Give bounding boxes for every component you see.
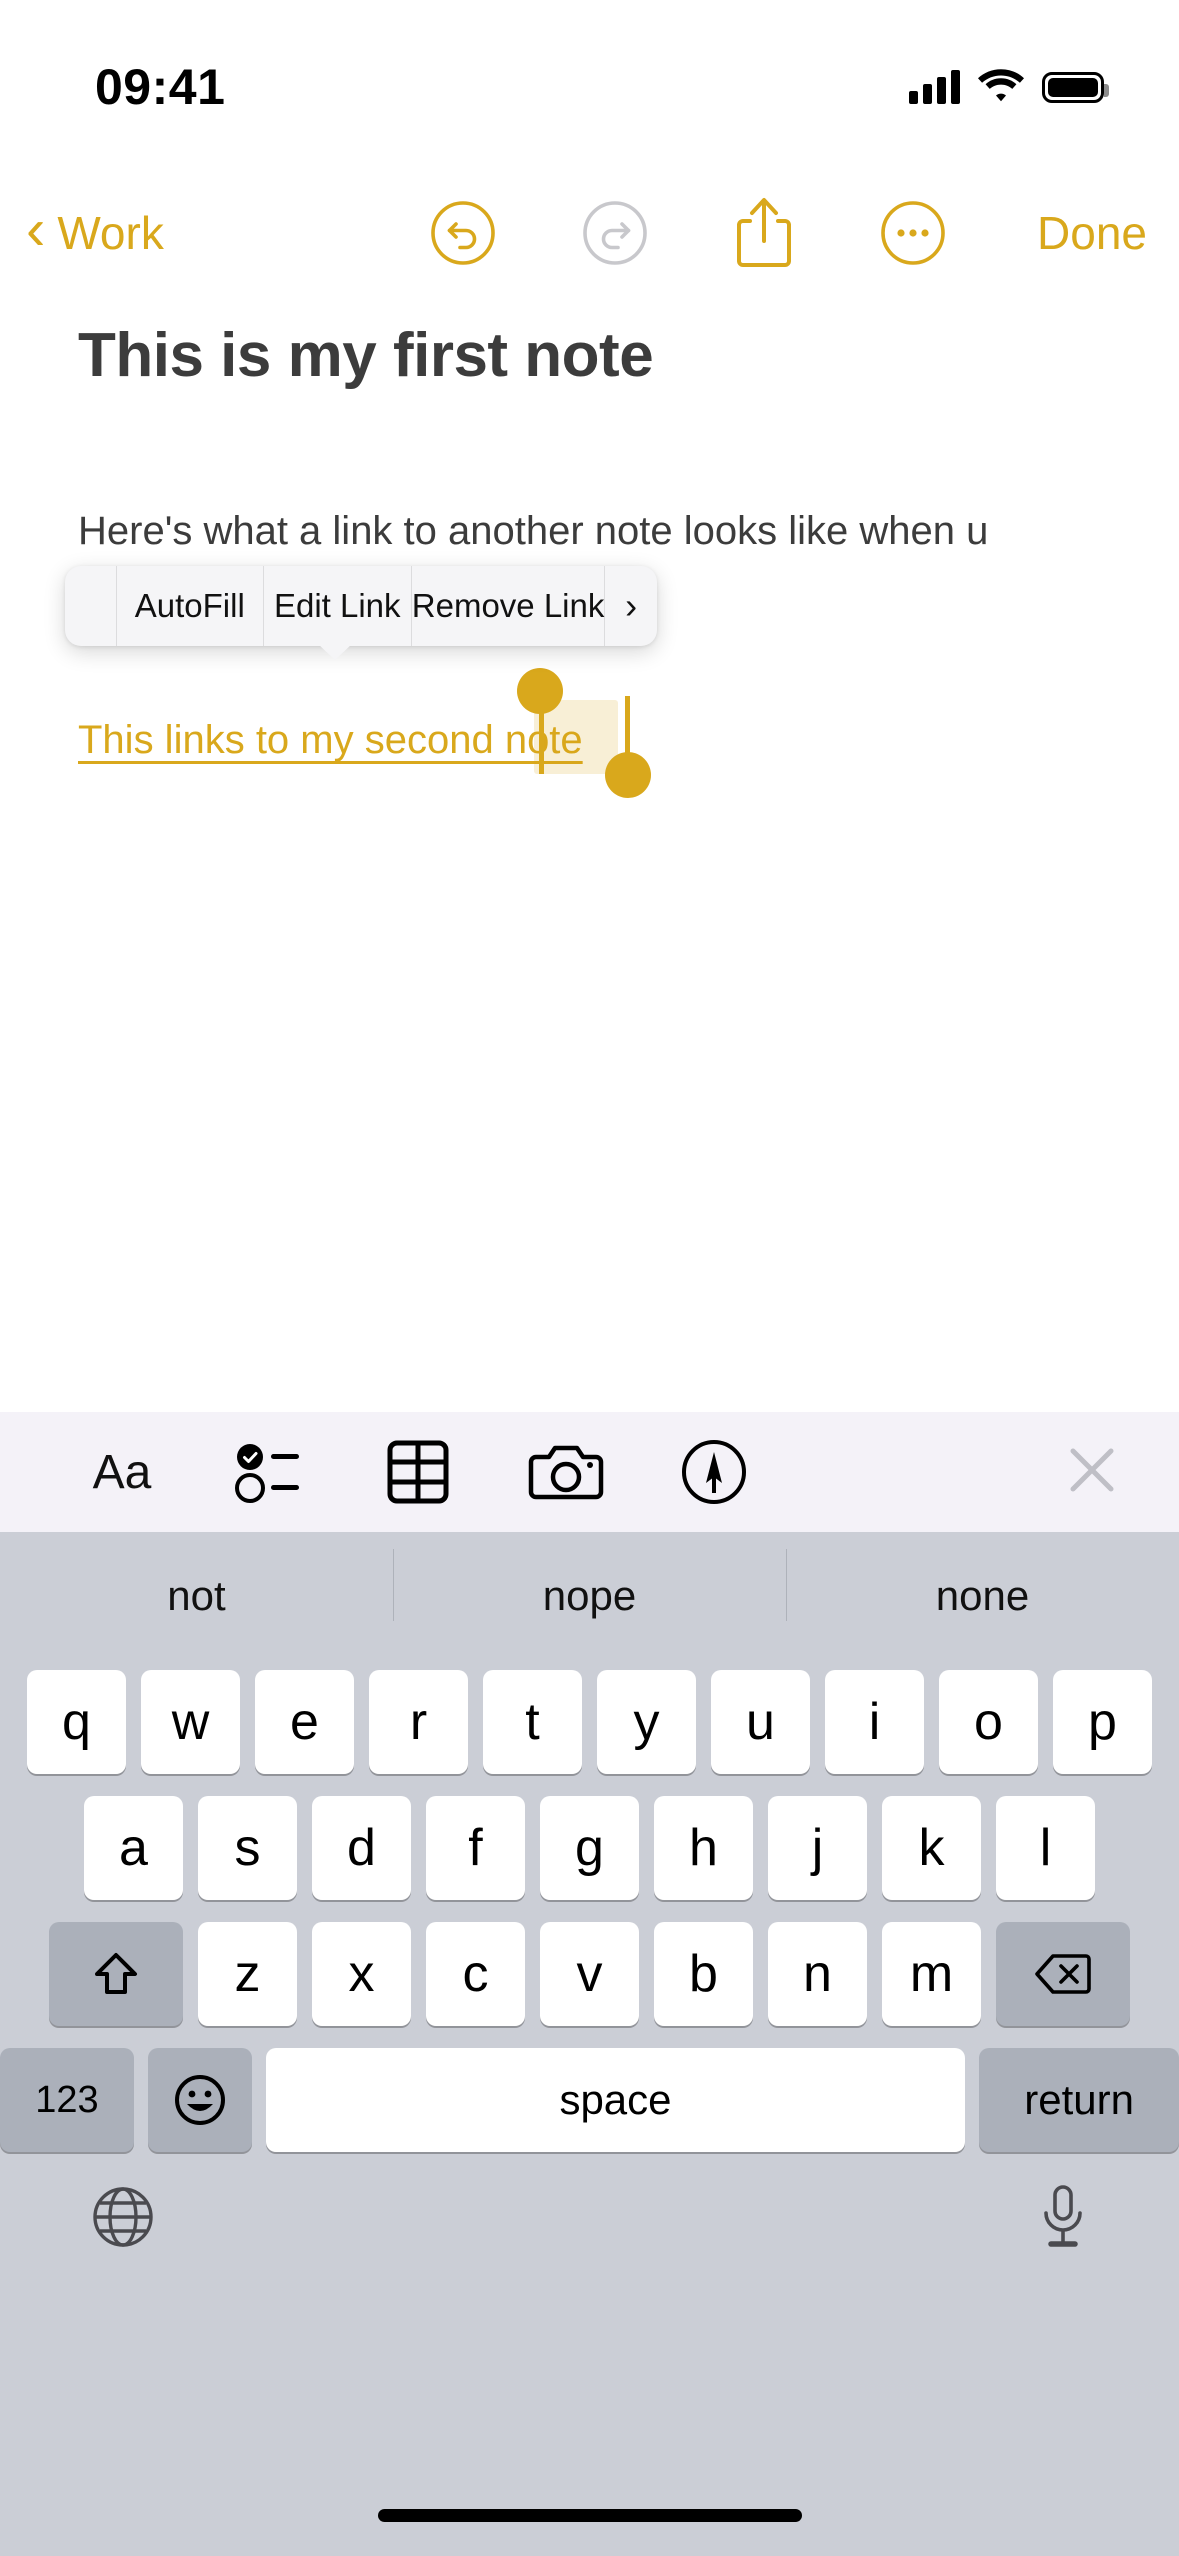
microphone-icon — [1044, 2185, 1082, 2247]
prediction-item-1[interactable]: not — [0, 1572, 393, 1620]
format-toolbar-items: Aa — [48, 1438, 788, 1506]
shift-arrow-icon — [95, 1953, 137, 1994]
key-g[interactable]: g — [540, 1796, 639, 1900]
selection-handle-start[interactable] — [517, 668, 563, 714]
share-button[interactable] — [734, 195, 794, 271]
callout-item-autofill[interactable]: AutoFill — [117, 566, 264, 646]
software-keyboard: not nope none q w e r t y u i o p a s d … — [0, 1532, 1179, 2556]
key-i[interactable]: i — [825, 1670, 924, 1774]
format-text-icon: Aa — [92, 1445, 152, 1499]
checklist-button[interactable] — [196, 1441, 344, 1503]
markup-pen-icon — [682, 1440, 746, 1504]
camera-icon — [528, 1445, 604, 1500]
key-k[interactable]: k — [882, 1796, 981, 1900]
keyboard-row-4: 123 space return — [0, 2048, 1179, 2152]
emoji-smiley-icon — [174, 2075, 225, 2125]
table-button[interactable] — [344, 1438, 492, 1506]
text-selection-callout-menu: chevron-left-icon AutoFill Edit Link Rem… — [65, 566, 657, 646]
home-indicator — [377, 2509, 802, 2522]
note-title[interactable]: This is my first note — [78, 320, 654, 391]
key-f[interactable]: f — [426, 1796, 525, 1900]
notes-format-toolbar: Aa — [0, 1412, 1179, 1532]
close-keyboard-button[interactable] — [1063, 1441, 1121, 1504]
ellipsis-circle-icon — [881, 201, 945, 265]
redo-button[interactable] — [582, 200, 648, 266]
close-x-icon — [1070, 1448, 1114, 1491]
globe-key[interactable] — [90, 2184, 156, 2255]
callout-item-edit-link[interactable]: Edit Link — [264, 566, 412, 646]
key-a[interactable]: a — [84, 1796, 183, 1900]
key-o[interactable]: o — [939, 1670, 1038, 1774]
share-up-arrow-icon — [737, 198, 791, 267]
keyboard-row-3: z x c v b n m — [0, 1922, 1179, 2026]
key-r[interactable]: r — [369, 1670, 468, 1774]
key-w[interactable]: w — [141, 1670, 240, 1774]
undo-circle-icon — [431, 201, 495, 265]
predictive-text-bar: not nope none — [0, 1532, 1179, 1660]
signal-bars-icon — [909, 70, 960, 104]
markup-button[interactable] — [640, 1439, 788, 1505]
numbers-key[interactable]: 123 — [0, 2048, 134, 2152]
status-icons — [909, 68, 1109, 107]
status-time: 09:41 — [95, 59, 226, 115]
key-e[interactable]: e — [255, 1670, 354, 1774]
delete-key[interactable] — [996, 1922, 1130, 2026]
key-q[interactable]: q — [27, 1670, 126, 1774]
prediction-item-2[interactable]: nope — [393, 1549, 786, 1621]
key-m[interactable]: m — [882, 1922, 981, 2026]
key-h[interactable]: h — [654, 1796, 753, 1900]
more-options-button[interactable] — [880, 200, 946, 266]
selection-handle-end[interactable] — [605, 752, 651, 798]
key-x[interactable]: x — [312, 1922, 411, 2026]
prediction-item-3[interactable]: none — [786, 1549, 1179, 1621]
key-y[interactable]: y — [597, 1670, 696, 1774]
key-s[interactable]: s — [198, 1796, 297, 1900]
key-u[interactable]: u — [711, 1670, 810, 1774]
note-body-text[interactable]: Here's what a link to another note looks… — [78, 500, 1108, 563]
keyboard-row-1: q w e r t y u i o p — [0, 1670, 1179, 1774]
globe-language-icon — [93, 2187, 153, 2247]
keyboard-row-2: a s d f g h j k l — [0, 1796, 1179, 1900]
space-key[interactable]: space — [265, 2048, 966, 2152]
key-d[interactable]: d — [312, 1796, 411, 1900]
key-v[interactable]: v — [540, 1922, 639, 2026]
table-icon — [387, 1440, 449, 1504]
key-l[interactable]: l — [996, 1796, 1095, 1900]
key-z[interactable]: z — [198, 1922, 297, 2026]
callout-pointer-tail — [318, 644, 352, 660]
camera-button[interactable] — [492, 1441, 640, 1503]
backspace-delete-icon — [1035, 1954, 1091, 1994]
key-j[interactable]: j — [768, 1796, 867, 1900]
back-button-label: Work — [57, 207, 164, 259]
undo-button[interactable] — [430, 200, 496, 266]
nav-tools-group — [430, 195, 946, 271]
key-n[interactable]: n — [768, 1922, 867, 2026]
back-button[interactable]: ‹ Work — [26, 197, 164, 262]
checklist-icon — [235, 1444, 299, 1503]
emoji-key[interactable] — [147, 2048, 252, 2152]
format-text-button[interactable]: Aa — [48, 1445, 196, 1500]
keyboard-bottom-bar — [0, 2182, 1179, 2257]
return-key[interactable]: return — [979, 2048, 1179, 2152]
navigation-bar: ‹ Work Done — [0, 178, 1179, 288]
key-p[interactable]: p — [1053, 1670, 1152, 1774]
status-bar: 09:41 — [0, 0, 1179, 150]
callout-item-remove-link[interactable]: Remove Link — [412, 566, 606, 646]
redo-circle-icon — [583, 201, 647, 265]
note-internal-link[interactable]: This links to my second note — [78, 718, 583, 763]
battery-full-icon — [1042, 71, 1109, 103]
shift-key[interactable] — [49, 1922, 183, 2026]
key-c[interactable]: c — [426, 1922, 525, 2026]
callout-prev-button[interactable]: chevron-left-icon — [65, 566, 117, 646]
chevron-left-icon: ‹ — [26, 197, 46, 262]
key-b[interactable]: b — [654, 1922, 753, 2026]
done-button[interactable]: Done — [1037, 206, 1147, 260]
key-t[interactable]: t — [483, 1670, 582, 1774]
wifi-icon — [978, 68, 1024, 107]
dictation-key[interactable] — [1037, 2182, 1089, 2257]
callout-next-button[interactable]: › — [605, 566, 657, 646]
